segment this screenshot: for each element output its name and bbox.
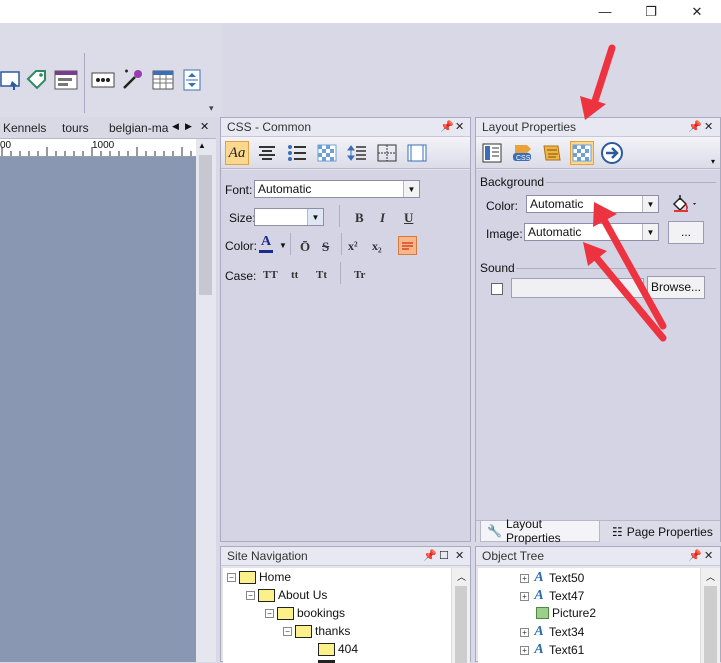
arrow-to-background-button xyxy=(580,44,616,120)
annotation-arrows xyxy=(580,44,667,342)
